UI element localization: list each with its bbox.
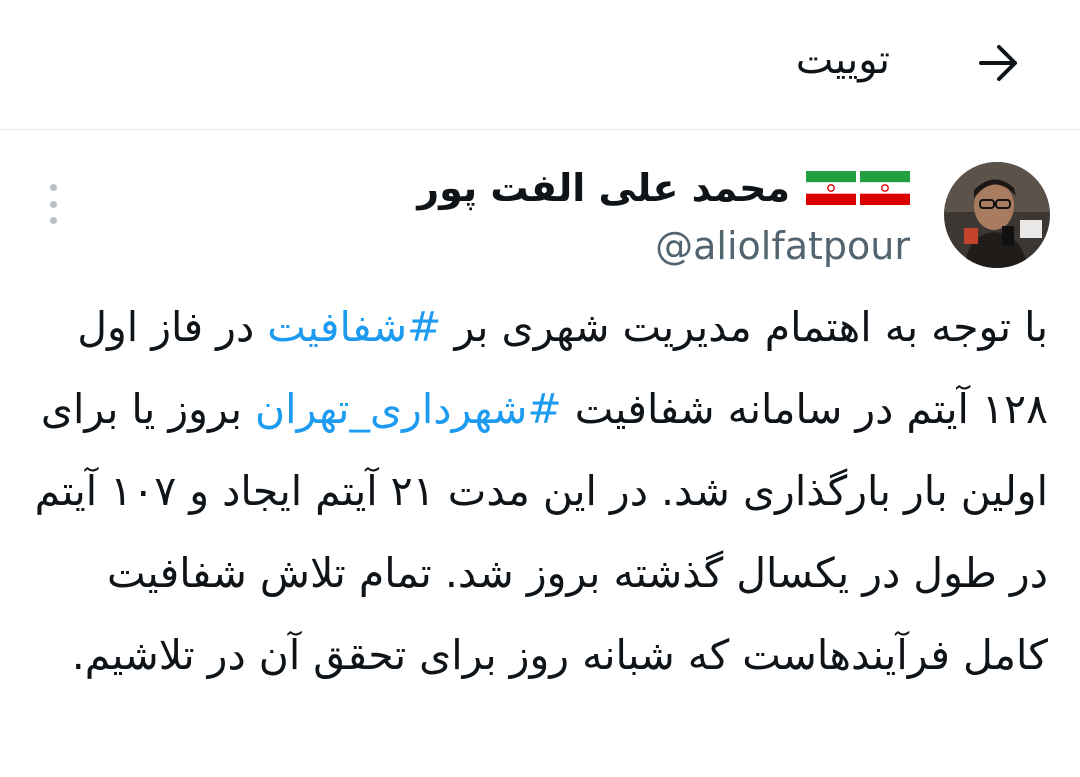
page-title: توییت xyxy=(795,37,890,83)
iran-flag-icon xyxy=(806,171,856,205)
top-bar: توییت xyxy=(0,0,1080,130)
author-name-row: محمد علی الفت پور xyxy=(417,160,910,216)
arrow-right-icon xyxy=(979,45,1017,81)
more-dot xyxy=(49,200,57,208)
more-options-button[interactable] xyxy=(38,184,68,224)
tweet-text: با توجه به اهتمام مدیریت شهری بر #شفافیت… xyxy=(30,286,1048,696)
more-dot xyxy=(49,184,57,191)
hashtag-link[interactable]: #شهرداری_تهران xyxy=(255,385,562,433)
more-dot xyxy=(49,217,57,224)
flags xyxy=(806,171,910,205)
back-button[interactable] xyxy=(972,36,1026,90)
avatar[interactable] xyxy=(944,162,1050,268)
hashtag-link[interactable]: #شفافیت xyxy=(267,303,441,351)
iran-flag-icon xyxy=(860,171,910,205)
user-handle[interactable]: @aliolfatpour xyxy=(655,220,910,272)
tweet-text-segment: با توجه به اهتمام مدیریت شهری بر xyxy=(441,303,1048,351)
avatar-image xyxy=(944,162,1050,268)
display-name[interactable]: محمد علی الفت پور xyxy=(417,160,790,216)
